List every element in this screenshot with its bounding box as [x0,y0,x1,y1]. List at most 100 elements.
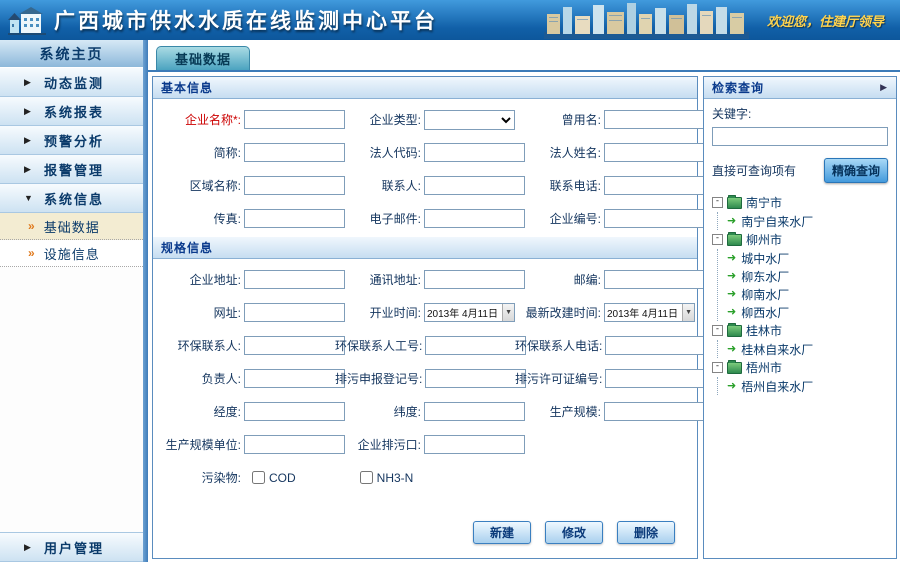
tree-node-wuzhou[interactable]: - 梧州市 [712,358,888,377]
cod-checkbox[interactable] [252,471,265,484]
tree-leaf-plant[interactable]: ➜ 柳南水厂 [727,285,888,303]
form-row: 传真: 电子邮件: 企业编号: [155,202,695,235]
zip-input[interactable] [604,270,705,289]
tree-leaf-plant[interactable]: ➜ 桂林自来水厂 [727,340,888,358]
sidebar-subitem-basic-data[interactable]: » 基础数据 [0,213,143,240]
legal-name-input[interactable] [604,143,705,162]
keyword-label: 关键字: [712,107,751,121]
chevron-right-icon: ▶ [24,106,34,117]
scale-unit-label: 生产规模单位: [155,436,241,453]
modify-button[interactable]: 修改 [545,521,603,544]
sidebar-item-dynamic-monitoring[interactable]: ▶ 动态监测 [0,68,143,97]
folder-icon [727,362,742,374]
sidebar-home[interactable]: 系统主页 [0,40,143,68]
tree-plant-label: 城中水厂 [741,250,789,267]
pollutant-label: 污染物: [155,469,241,486]
collapse-minus-icon[interactable]: - [712,362,723,373]
website-input[interactable] [244,303,345,322]
tree-node-nanning[interactable]: - 南宁市 [712,193,888,212]
tree-children: ➜ 城中水厂 ➜ 柳东水厂 ➜ 柳南水厂 [717,249,888,321]
longitude-input[interactable] [244,402,345,421]
latitude-label: 纬度: [335,403,421,420]
legal-code-input[interactable] [424,143,525,162]
env-worker-id-input[interactable] [425,336,526,355]
contact-input[interactable] [424,176,525,195]
tree-leaf-plant[interactable]: ➜ 梧州自来水厂 [727,377,888,395]
discharge-reg-input[interactable] [425,369,526,388]
precise-query-button[interactable]: 精确查询 [824,158,888,183]
chevron-right-icon: ▶ [24,77,34,88]
rebuild-time-label: 最新改建时间: [515,304,601,321]
sidebar-subitem-facility-info[interactable]: » 设施信息 [0,240,143,267]
enterprise-type-select[interactable] [424,110,515,130]
short-name-input[interactable] [244,143,345,162]
scale-unit-input[interactable] [244,435,345,454]
calendar-dropdown-icon[interactable]: ▼ [682,304,694,321]
tree-leaf-plant[interactable]: ➜ 柳西水厂 [727,303,888,321]
tree-plant-label: 南宁自来水厂 [741,213,813,230]
platform-logo-icon [8,5,46,35]
latitude-input[interactable] [424,402,525,421]
form-actions: 新建 修改 删除 [153,511,697,558]
fax-input[interactable] [244,209,345,228]
rebuild-time-field[interactable]: 2013年 4月11日 ▼ [604,303,695,322]
search-panel-body: 关键字: 直接可查询项有 精确查询 - 南宁市 [704,99,896,401]
outlet-input[interactable] [424,435,525,454]
legal-name-label: 法人姓名: [515,144,601,161]
contact-phone-input[interactable] [604,176,705,195]
orange-arrow-icon: » [28,247,36,259]
app-title: 广西城市供水水质在线监测中心平台 [54,5,438,35]
sidebar-item-alarm-management[interactable]: ▶ 报警管理 [0,155,143,184]
sidebar-item-user-management[interactable]: ▶ 用户管理 [0,532,143,562]
search-panel-title: 检索查询 [712,79,764,96]
tree-leaf-plant[interactable]: ➜ 柳东水厂 [727,267,888,285]
scale-input[interactable] [604,402,705,421]
enterprise-name-input[interactable] [244,110,345,129]
address-input[interactable] [244,270,345,289]
tree-city-label: 桂林市 [746,322,782,339]
discharge-permit-input[interactable] [605,369,706,388]
form-row: 经度: 纬度: 生产规模: [155,395,695,428]
collapse-minus-icon[interactable]: - [712,325,723,336]
search-panel-header: 检索查询 ▶ [704,77,896,99]
form-row: 企业名称*: 企业类型: 曾用名: [155,103,695,136]
enterprise-code-label: 企业编号: [515,210,601,227]
env-contact-input[interactable] [244,336,345,355]
collapse-minus-icon[interactable]: - [712,234,723,245]
nh3n-checkbox[interactable] [360,471,373,484]
former-name-input[interactable] [604,110,705,129]
city-skyline-image [544,1,749,39]
sidebar-item-system-reports[interactable]: ▶ 系统报表 [0,97,143,126]
env-phone-input[interactable] [605,336,706,355]
panel-collapse-icon[interactable]: ▶ [880,82,888,93]
open-time-label: 开业时间: [335,304,421,321]
region-name-input[interactable] [244,176,345,195]
region-name-label: 区域名称: [155,177,241,194]
contact-label: 联系人: [335,177,421,194]
mail-address-input[interactable] [424,270,525,289]
open-time-field[interactable]: 2013年 4月11日 ▼ [424,303,515,322]
create-button[interactable]: 新建 [473,521,531,544]
open-time-value: 2013年 4月11日 [425,305,498,320]
collapse-minus-icon[interactable]: - [712,197,723,208]
tree-node-liuzhou[interactable]: - 柳州市 [712,230,888,249]
delete-button[interactable]: 删除 [617,521,675,544]
calendar-dropdown-icon[interactable]: ▼ [502,304,514,321]
sidebar-item-warning-analysis[interactable]: ▶ 预警分析 [0,126,143,155]
sidebar-item-system-info[interactable]: ▼ 系统信息 [0,184,143,213]
tree-city-label: 梧州市 [746,359,782,376]
tab-basic-data[interactable]: 基础数据 [156,46,250,70]
folder-icon [727,197,742,209]
app-header: 广西城市供水水质在线监测中心平台 [0,0,900,40]
email-input[interactable] [424,209,525,228]
form-row: 网址: 开业时间: 2013年 4月11日 ▼ [155,296,695,329]
enterprise-code-input[interactable] [604,209,705,228]
mail-address-label: 通讯地址: [335,271,421,288]
tree-leaf-plant[interactable]: ➜ 南宁自来水厂 [727,212,888,230]
tree-city-label: 柳州市 [746,231,782,248]
tree-node-guilin[interactable]: - 桂林市 [712,321,888,340]
tree-leaf-plant[interactable]: ➜ 城中水厂 [727,249,888,267]
fax-label: 传真: [155,210,241,227]
manager-input[interactable] [244,369,345,388]
keyword-input[interactable] [712,127,888,146]
